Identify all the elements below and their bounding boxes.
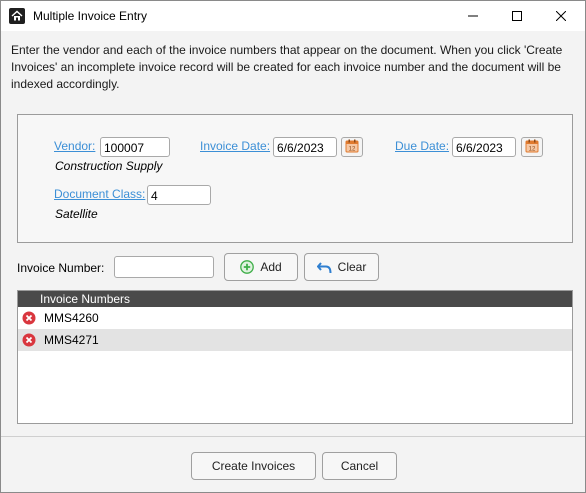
vendor-name: Construction Supply: [55, 159, 163, 173]
table-row[interactable]: MMS4260: [18, 307, 572, 329]
window-title: Multiple Invoice Entry: [33, 9, 148, 23]
invoice-header-panel: Vendor: 100007 Construction Supply Invoi…: [17, 114, 573, 243]
house-logo-icon: [9, 8, 25, 24]
invoice-number-cell: MMS4271: [44, 333, 99, 347]
invoice-date-link[interactable]: Invoice Date:: [200, 139, 270, 153]
svg-text:12: 12: [529, 146, 536, 152]
due-date-link[interactable]: Due Date:: [395, 139, 449, 153]
cancel-label: Cancel: [340, 459, 379, 473]
add-icon: [240, 260, 255, 274]
document-class-link[interactable]: Document Class:: [54, 187, 145, 201]
vendor-link[interactable]: Vendor:: [54, 139, 95, 153]
document-class-name: Satellite: [55, 207, 98, 221]
due-date-field[interactable]: 6/6/2023: [452, 137, 516, 157]
title-bar[interactable]: Multiple Invoice Entry: [1, 1, 585, 31]
clear-button[interactable]: Clear: [304, 253, 379, 281]
calendar-icon: 12: [345, 139, 359, 156]
delete-row-icon[interactable]: [18, 333, 40, 347]
document-class-field[interactable]: 4: [147, 185, 211, 205]
instructions-text: Enter the vendor and each of the invoice…: [11, 43, 563, 91]
svg-text:12: 12: [349, 146, 356, 152]
maximize-icon: [512, 11, 522, 21]
dialog-window: Multiple Invoice Entry Enter the vendor …: [0, 0, 586, 493]
invoice-number-input[interactable]: [114, 256, 214, 278]
delete-row-icon[interactable]: [18, 311, 40, 325]
dialog-content: Enter the vendor and each of the invoice…: [1, 31, 585, 492]
cancel-button[interactable]: Cancel: [322, 452, 397, 480]
invoice-numbers-grid: Invoice Numbers MMS4260 MMS4271: [17, 290, 573, 424]
invoice-number-cell: MMS4260: [44, 311, 99, 325]
invoice-date-field[interactable]: 6/6/2023: [273, 137, 337, 157]
minimize-button[interactable]: [453, 1, 493, 31]
close-button[interactable]: [541, 1, 581, 31]
undo-arrow-icon: [316, 261, 332, 274]
table-row[interactable]: MMS4271: [18, 329, 572, 351]
add-button[interactable]: Add: [224, 253, 298, 281]
grid-header-invoice-numbers: Invoice Numbers: [18, 291, 572, 307]
footer-divider: [1, 436, 585, 437]
invoice-date-picker-button[interactable]: 12: [341, 137, 363, 157]
minimize-icon: [468, 11, 478, 21]
create-invoices-label: Create Invoices: [211, 459, 296, 473]
calendar-icon: 12: [525, 139, 539, 156]
vendor-field[interactable]: 100007: [100, 137, 170, 157]
create-invoices-button[interactable]: Create Invoices: [191, 452, 316, 480]
invoice-number-label: Invoice Number:: [17, 261, 105, 275]
close-icon: [556, 11, 566, 21]
maximize-button[interactable]: [497, 1, 537, 31]
due-date-picker-button[interactable]: 12: [521, 137, 543, 157]
clear-button-label: Clear: [337, 260, 367, 274]
add-button-label: Add: [260, 260, 282, 274]
